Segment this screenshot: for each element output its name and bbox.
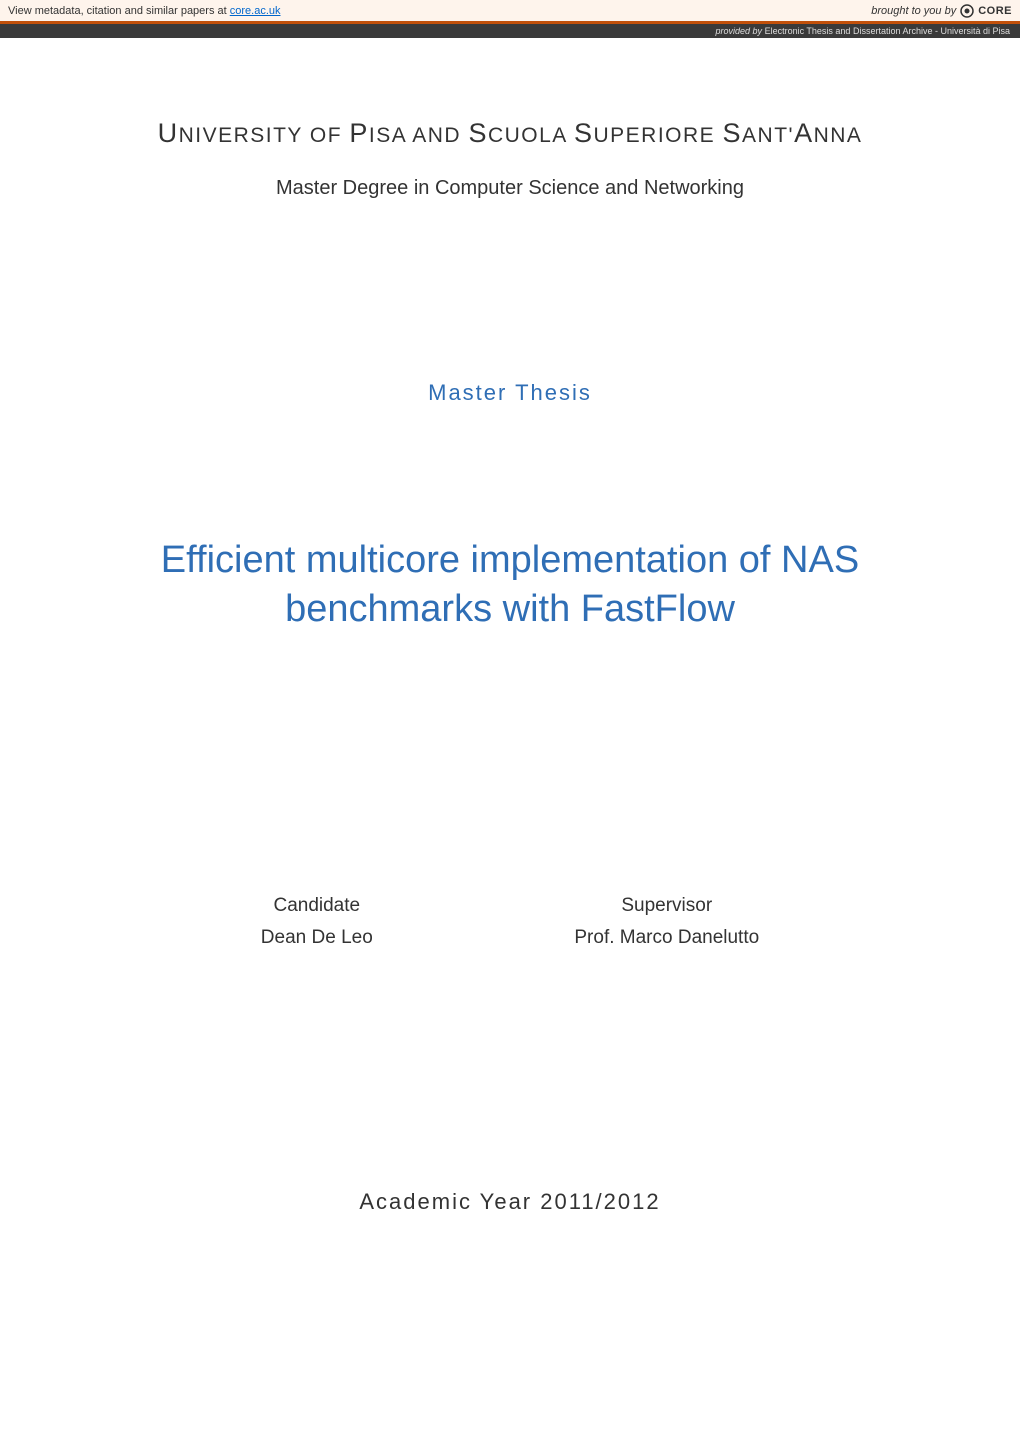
degree-name: Master Degree in Computer Science and Ne… — [100, 177, 920, 200]
candidate-role: Candidate — [261, 895, 373, 917]
document-page: UNIVERSITY OF PISA AND SCUOLA SUPERIORE … — [0, 38, 1020, 1255]
core-link[interactable]: core.ac.uk — [230, 5, 281, 17]
people-row: Candidate Dean De Leo Supervisor Prof. M… — [100, 895, 920, 949]
core-logo-icon — [960, 4, 974, 18]
academic-year: Academic Year 2011/2012 — [100, 1189, 920, 1215]
banner-right: brought to you by CORE — [871, 4, 1012, 18]
core-brand-text: CORE — [978, 5, 1012, 17]
thesis-label: Master Thesis — [100, 380, 920, 406]
university-name: UNIVERSITY OF PISA AND SCUOLA SUPERIORE … — [100, 118, 920, 149]
brought-by-text: brought to you by — [871, 5, 956, 17]
provided-by-text: provided by — [716, 26, 765, 36]
thesis-title: Efficient multicore implementation of NA… — [100, 536, 920, 635]
banner-left: View metadata, citation and similar pape… — [8, 5, 281, 17]
supervisor-name: Prof. Marco Danelutto — [574, 927, 759, 949]
candidate-name: Dean De Leo — [261, 927, 373, 949]
supervisor-role: Supervisor — [574, 895, 759, 917]
candidate-block: Candidate Dean De Leo — [261, 895, 373, 949]
supervisor-block: Supervisor Prof. Marco Danelutto — [574, 895, 759, 949]
provider-bar: provided by Electronic Thesis and Disser… — [0, 24, 1020, 38]
metadata-banner: View metadata, citation and similar pape… — [0, 0, 1020, 24]
banner-prefix: View metadata, citation and similar pape… — [8, 5, 230, 17]
archive-name: Electronic Thesis and Dissertation Archi… — [765, 26, 1010, 36]
